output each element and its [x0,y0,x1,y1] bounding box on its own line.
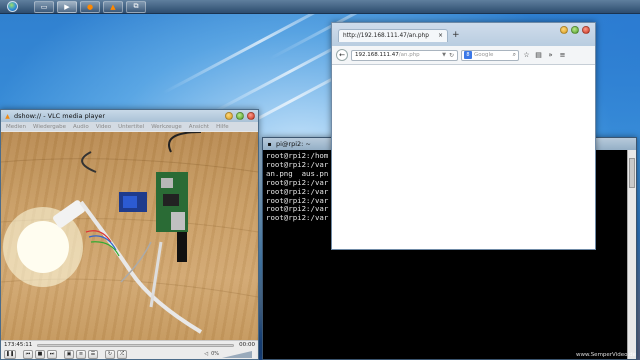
search-bar[interactable]: 8 Google ⌕ [461,49,519,61]
vlc-cone-icon: ▲ [110,2,116,11]
taskbar: ▭ ▶ ● ▲ ⧉ [0,0,640,14]
taskbar-vlc-button[interactable]: ▲ [103,0,123,13]
loop-button[interactable]: ↻ [105,349,115,359]
next-button[interactable]: ⏭ [47,349,57,359]
tab-title: http://192.168.111.47/an.php [343,33,429,39]
stop-button[interactable]: ■ [35,349,45,359]
minimize-button[interactable] [225,112,233,120]
start-button[interactable] [4,0,20,14]
previous-icon: ⏮ [25,350,31,357]
settings-icon: ≡ [78,350,84,357]
minimize-button[interactable] [560,26,568,34]
loop-icon: ↻ [107,350,113,357]
watermark: www.SemperVideo.de [575,352,636,358]
speaker-icon[interactable]: ◁ [204,351,208,357]
search-engine-icon[interactable]: 8 [464,51,472,59]
shuffle-icon: ⤮ [119,350,124,357]
taskbar-firefox-button[interactable]: ● [80,0,100,13]
hamburger-menu-icon[interactable]: ≡ [558,51,567,60]
overflow-chevron-icon[interactable]: » [546,51,555,60]
taskbar-explorer-button[interactable]: ▭ [34,0,54,13]
url-bar[interactable]: 192.168.111.47/an.php ▼ ↻ [351,49,458,61]
menu-item-untertitel[interactable]: Untertitel [118,124,144,130]
shuffle-button[interactable]: ⤮ [117,349,127,359]
media-player-icon: ▶ [64,2,70,11]
extended-settings-button[interactable]: ≡ [76,349,86,359]
vlc-controls: 173:45:11 00:00 ❚❚ ⏮ ■ ⏭ ▣ ≡ ☰ ↻ ⤮ ◁ 0% [1,340,258,359]
menu-item-ansicht[interactable]: Ansicht [189,124,209,130]
playlist-icon: ☰ [90,350,96,357]
terminal-scrollbar[interactable] [627,150,636,359]
seek-bar[interactable] [37,343,235,347]
playlist-button[interactable]: ☰ [88,349,98,359]
terminal-icon: ▪ [267,140,272,148]
scrollbar-thumb[interactable] [629,158,635,188]
new-tab-button[interactable]: + [452,30,460,40]
close-button[interactable] [247,112,255,120]
vlc-cone-icon: ▲ [5,112,10,120]
menu-item-audio[interactable]: Audio [73,124,89,130]
elapsed-time: 173:45:11 [4,342,33,348]
taskbar-media-player-button[interactable]: ▶ [57,0,77,13]
close-button[interactable] [582,26,590,34]
reload-icon[interactable]: ↻ [449,52,454,59]
maximize-button[interactable] [571,26,579,34]
search-placeholder: Google [474,52,494,58]
windows-logo-icon [6,1,18,12]
bookmark-star-icon[interactable]: ☆ [522,51,531,60]
url-path: /an.php [398,52,420,58]
next-icon: ⏭ [49,350,55,357]
pause-button[interactable]: ❚❚ [4,349,16,359]
menu-item-wiedergabe[interactable]: Wiedergabe [33,124,66,130]
volume-slider[interactable] [222,350,252,358]
menu-item-video[interactable]: Video [96,124,111,130]
folder-icon: ▭ [40,2,48,11]
previous-button[interactable]: ⏮ [23,349,33,359]
fullscreen-icon: ▣ [66,350,72,357]
page-content[interactable] [332,65,595,249]
fullscreen-button[interactable]: ▣ [64,349,74,359]
volume-percent: 0% [211,351,219,357]
firefox-window: http://192.168.111.47/an.php × + ← 192.1… [331,22,596,250]
webcam-scene-image [1,132,258,334]
stop-icon: ■ [37,350,43,357]
vlc-window: ▲ dshow:// - VLC media player Medien Wie… [0,109,259,360]
search-icon[interactable]: ⌕ [513,51,516,59]
firefox-tabstrip[interactable]: http://192.168.111.47/an.php × + [332,23,595,46]
pause-icon: ❚❚ [5,350,15,357]
vlc-title: dshow:// - VLC media player [14,112,106,120]
dropdown-arrow-icon[interactable]: ▼ [442,52,446,58]
remaining-time: 00:00 [239,342,255,348]
tab-an-php[interactable]: http://192.168.111.47/an.php × [338,29,448,42]
video-frame[interactable] [1,132,258,340]
menu-item-medien[interactable]: Medien [6,124,26,130]
vlc-menubar: Medien Wiedergabe Audio Video Untertitel… [1,122,258,131]
close-tab-icon[interactable]: × [438,33,443,39]
taskbar-network-button[interactable]: ⧉ [126,0,146,13]
menu-item-hilfe[interactable]: Hilfe [216,124,229,130]
menu-item-werkzeuge[interactable]: Werkzeuge [151,124,182,130]
url-host: 192.168.111.47 [355,52,399,58]
back-button[interactable]: ← [336,49,348,61]
network-icon: ⧉ [133,2,139,10]
vlc-titlebar[interactable]: ▲ dshow:// - VLC media player [1,110,258,122]
maximize-button[interactable] [236,112,244,120]
firefox-navbar: ← 192.168.111.47/an.php ▼ ↻ 8 Google ⌕ ☆… [332,46,595,65]
firefox-icon: ● [86,2,94,11]
bookmarks-menu-icon[interactable]: ▤ [534,51,543,60]
